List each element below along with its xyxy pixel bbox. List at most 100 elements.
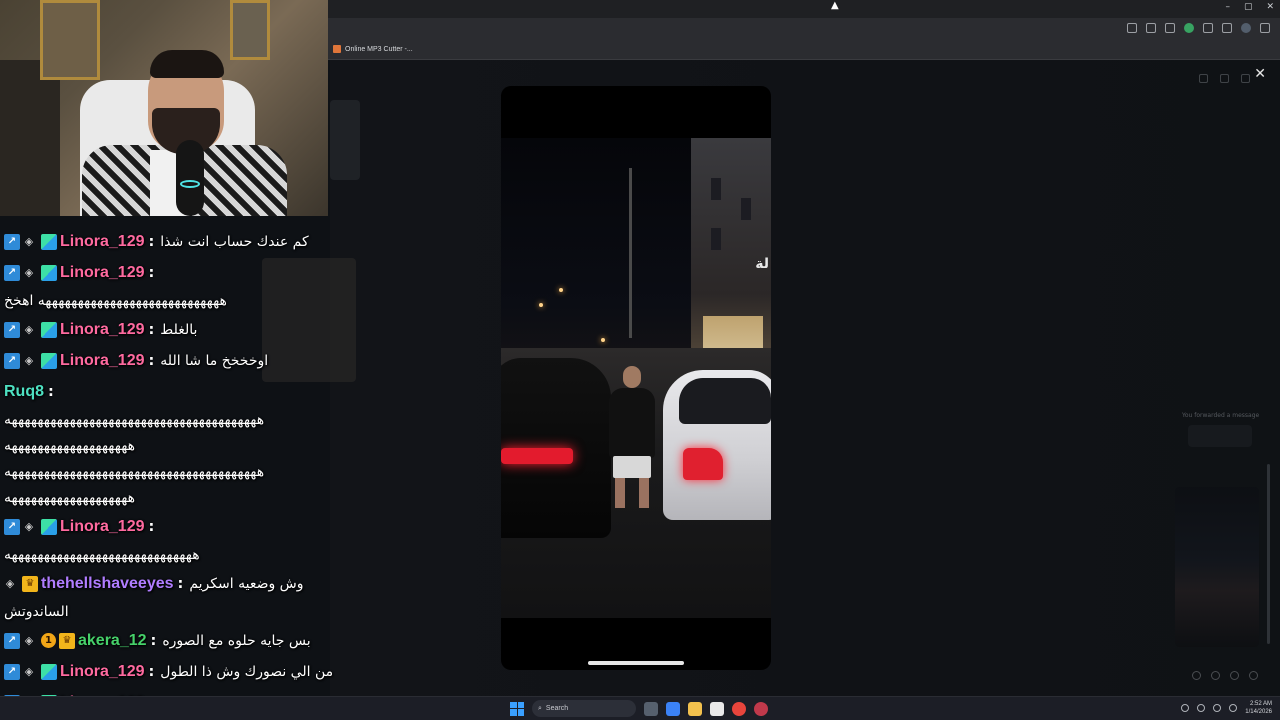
chat-username[interactable]: akera_12 [78,628,147,654]
chat-separator: : [177,575,184,592]
task-view-icon[interactable] [644,701,658,716]
message-thumbnail[interactable] [1175,487,1259,647]
chat-text-continued: هههههههههههههههههههههههههههههه [4,547,200,563]
clock-date: 1/14/2026 [1245,709,1272,715]
building-window [741,198,751,220]
chat-username[interactable]: Linora_129 [60,659,144,685]
street-pole [629,168,632,338]
bookmark-star-icon[interactable] [1146,23,1156,33]
file-explorer-icon[interactable] [688,701,702,716]
menu-icon[interactable] [1260,23,1270,33]
shield-icon: ◈ [24,519,34,533]
extension-icon[interactable] [1165,23,1175,33]
scissors-icon [333,45,341,53]
chat-text-continued: هههههههههههههههههههه [4,438,136,454]
clock-time: 2:52 AM [1249,701,1272,707]
subscriber-badge-icon [41,264,57,281]
chat-message-line: ↗ ◈ Linora_129: [0,511,362,542]
info-icon[interactable] [1241,74,1250,83]
shield-icon: ◈ [24,353,34,367]
chat-text-continued: هههههههههههههههههههه [4,490,136,506]
maximize-button[interactable]: ▢ [1244,2,1253,12]
chat-username[interactable]: Linora_129 [60,514,144,540]
chat-username[interactable]: thehellshaveeyes [41,571,174,597]
sticker-icon[interactable] [1230,671,1239,680]
system-tray: 2:52 AM 1/14/2026 [1181,700,1272,716]
chat-message-line: ◈ ♛ thehellshaveeyes: وش وضعيه اسكريم [0,568,362,599]
close-viewer-button[interactable]: ✕ [1254,66,1266,82]
shield-icon: ◈ [24,633,34,647]
chat-separator: : [148,233,155,250]
windows-start-icon[interactable] [510,701,524,716]
picture-frame [40,0,100,80]
minimize-button[interactable]: – [1225,2,1230,12]
chat-separator: : [148,518,155,535]
moderator-badge-icon: ↗ [4,632,20,649]
mouse-cursor-icon: ▲ [831,0,839,11]
composer-icons [1192,671,1258,680]
bookmark-online-mp3-cutter[interactable]: Online MP3 Cutter -... [333,45,413,53]
shield-icon: ◈ [24,664,34,678]
heart-icon[interactable] [1249,671,1258,680]
chat-separator: : [48,383,54,400]
chat-message-line: ↗ ◈ Linora_129: كم عندك حساب انت شذا [0,226,362,257]
taskbar: ⌕ Search 2:52 AM 1/14/2026 [0,696,1280,720]
subscriber-badge-icon [41,233,57,250]
volume-icon[interactable] [1213,704,1222,712]
subscriber-badge-icon [41,518,57,535]
puzzle-icon[interactable] [1203,23,1213,33]
media-icon[interactable] [1222,23,1232,33]
chat-message: Ruq8: هههههههههههههههههههه ههههههههههههههه… [0,376,362,511]
phone-icon[interactable] [1199,74,1208,83]
chevron-up-icon[interactable] [1181,704,1190,712]
chat-message: ↗ ◈ Linora_129: اوخخخخ ما شا الله [0,345,362,376]
copilot-icon[interactable] [666,701,680,716]
chat-username[interactable]: Linora_129 [60,229,144,255]
microphone-icon[interactable] [1192,671,1201,680]
street-photo[interactable]: لة [501,138,771,618]
chat-message-line: ↗ ◈ Linora_129: [0,257,362,288]
stream-chat: ↗ ◈ Linora_129: كم عندك حساب انت شذا ↗ ◈ Linor… [0,226,362,711]
chat-text: من الي نصورك وش ذا الطول [160,663,334,680]
video-call-icon[interactable] [1220,74,1229,83]
chat-message-line: ↗ ◈ Linora_129: اوخخخخ ما شا الله [0,345,362,376]
chat-message: ↗ ◈ Linora_129: ههههههههههههههههههههههههههه… [0,511,362,568]
chat-text: اوخخخخ ما شا الله [160,352,269,369]
chat-message: ↗ ◈ 1 ♛ akera_12: بس جايه حلوه مع الصوره [0,625,362,656]
photo-viewer-frame: لة [501,86,771,670]
search-icon: ⌕ [538,704,542,712]
store-icon[interactable] [710,701,724,716]
microphone-light [180,180,200,188]
chat-username[interactable]: Linora_129 [60,317,144,343]
gallery-icon[interactable] [1211,671,1220,680]
street-lamp [601,338,605,342]
forwarded-label: You forwarded a message [1182,412,1260,419]
chat-username[interactable]: Linora_129 [60,348,144,374]
chat-username[interactable]: Linora_129 [60,260,144,286]
app-icon[interactable] [754,701,768,716]
chat-header-icons [1199,74,1250,83]
clock[interactable]: 2:52 AM 1/14/2026 [1245,700,1272,716]
picture-frame [230,0,270,60]
close-window-button[interactable]: ✕ [1266,2,1274,12]
profile-avatar[interactable] [1241,23,1251,33]
moderator-badge-icon: ↗ [4,663,20,680]
chat-message: ◈ ♛ thehellshaveeyes: وش وضعيه اسكريم الساند… [0,568,362,625]
car-window [679,378,771,424]
subscriber-badge-icon [41,663,57,680]
search-placeholder: Search [545,705,569,712]
vpn-icon[interactable] [1184,23,1194,33]
network-icon[interactable] [1197,704,1206,712]
taskbar-search[interactable]: ⌕ Search [532,700,636,717]
home-indicator [588,661,684,665]
chat-scrollbar[interactable] [1267,464,1270,644]
chat-message: ↗ ◈ Linora_129: كم عندك حساب انت شذا [0,226,362,257]
bookmark-label: Online MP3 Cutter -... [345,45,413,53]
shield-icon: ◈ [24,265,34,279]
viewer-backdrop [330,60,1280,696]
install-icon[interactable] [1127,23,1137,33]
chrome-icon[interactable] [732,701,746,716]
chat-username[interactable]: Ruq8 [4,379,44,405]
building-window [711,228,721,250]
battery-icon[interactable] [1229,704,1238,712]
